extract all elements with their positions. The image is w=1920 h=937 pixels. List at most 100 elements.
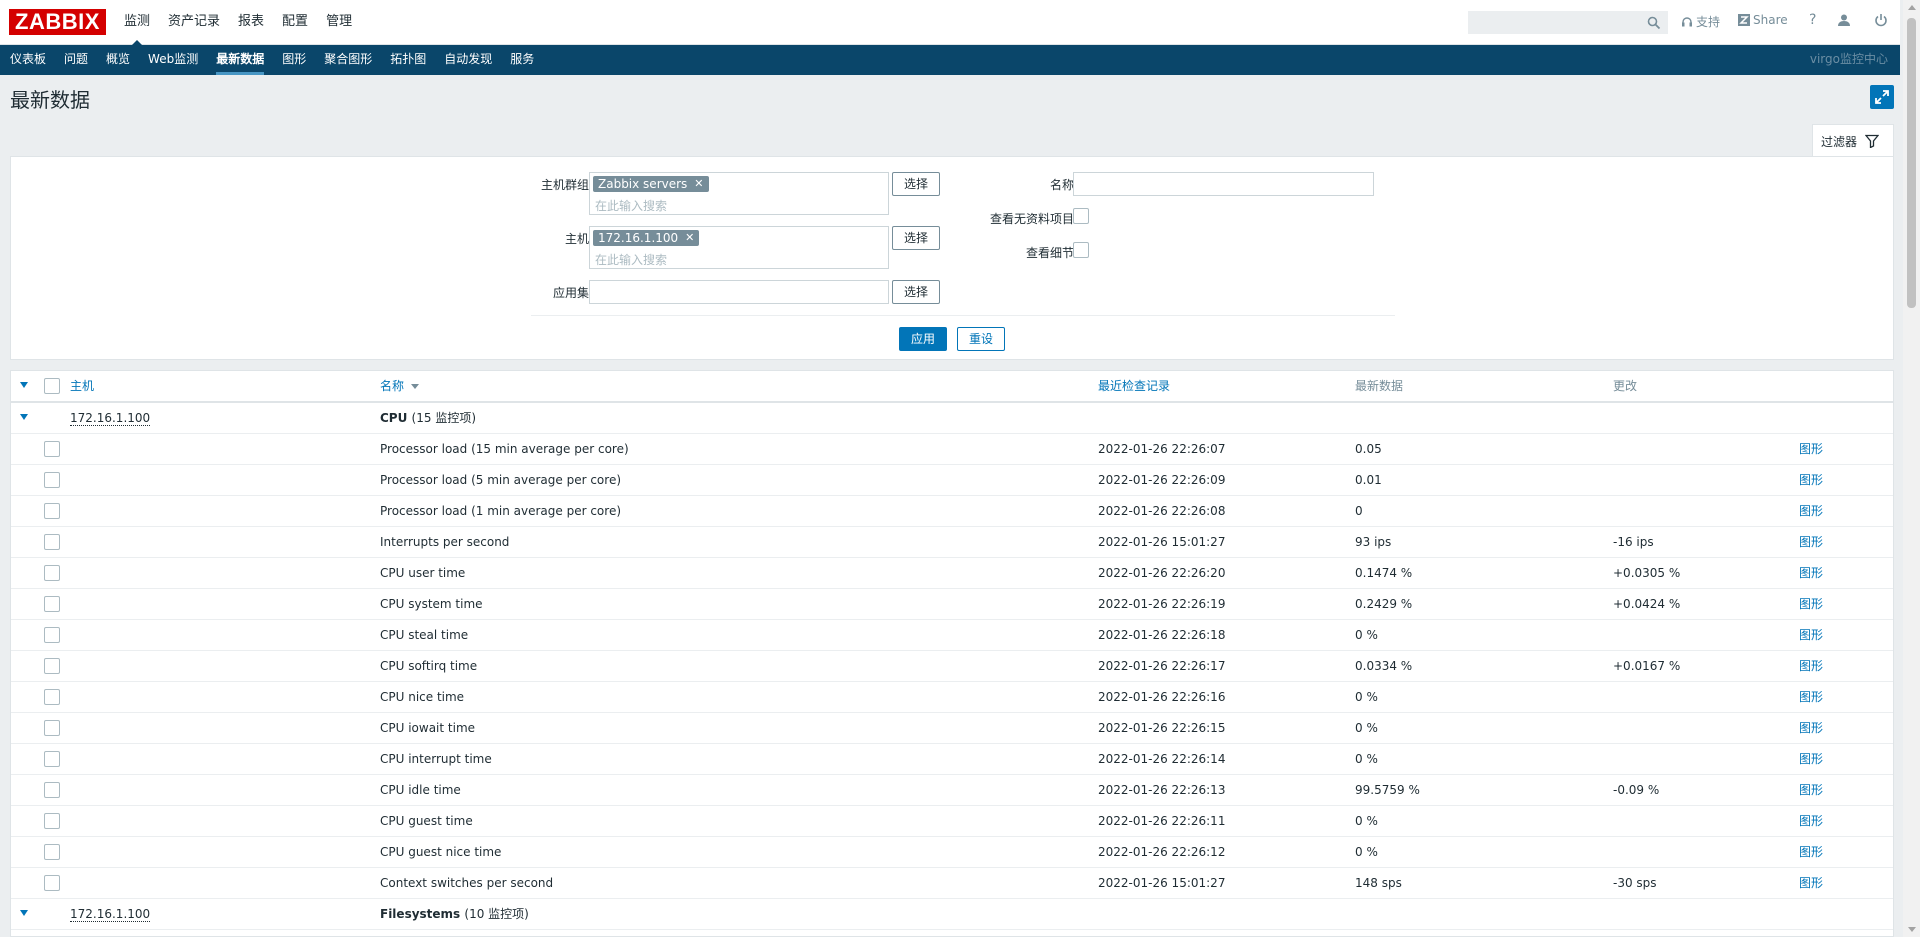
- submenu-latest-data[interactable]: 最新数据: [207, 45, 273, 75]
- remove-tag-icon[interactable]: ✕: [694, 176, 703, 192]
- item-change: -30 sps: [1613, 876, 1657, 890]
- item-last-value: 0.2429 %: [1355, 597, 1413, 611]
- item-last-value: 148 sps: [1355, 876, 1402, 890]
- name-input[interactable]: [1073, 172, 1374, 196]
- share-link[interactable]: Share: [1738, 13, 1788, 27]
- menu-reports[interactable]: 报表: [229, 0, 273, 45]
- scroll-down-icon[interactable]: [1908, 927, 1916, 932]
- graph-link[interactable]: 图形: [1799, 682, 1823, 712]
- row-checkbox[interactable]: [44, 875, 60, 891]
- graph-link[interactable]: 图形: [1799, 558, 1823, 588]
- item-count: (10 监控项): [464, 907, 529, 921]
- graph-link[interactable]: 图形: [1799, 496, 1823, 526]
- remove-tag-icon[interactable]: ✕: [685, 230, 694, 246]
- group-row: 172.16.1.100 CPU (15 监控项): [11, 403, 1893, 434]
- row-checkbox[interactable]: [44, 658, 60, 674]
- graph-link[interactable]: 图形: [1799, 465, 1823, 495]
- host-multiselect[interactable]: 172.16.1.100 ✕ 在此输入搜索: [589, 226, 889, 269]
- graph-link[interactable]: 图形: [1799, 868, 1823, 898]
- item-change: +0.0424 %: [1613, 597, 1681, 611]
- zabbix-logo[interactable]: ZABBIX: [9, 9, 106, 35]
- menu-inventory[interactable]: 资产记录: [159, 0, 229, 45]
- filter-icon: [1865, 134, 1880, 148]
- submenu-overview[interactable]: 概览: [97, 45, 139, 75]
- name-label: 名称: [1049, 178, 1074, 192]
- collapse-group-icon[interactable]: [20, 414, 28, 420]
- host-group-search-placeholder[interactable]: 在此输入搜索: [595, 197, 667, 214]
- item-name: CPU guest nice time: [380, 845, 502, 859]
- graph-link[interactable]: 图形: [1799, 527, 1823, 557]
- column-host[interactable]: 主机: [70, 371, 94, 401]
- submenu-screens[interactable]: 聚合图形: [315, 45, 381, 75]
- column-last-check[interactable]: 最近检查记录: [1098, 371, 1170, 401]
- item-last-value: 0.1474 %: [1355, 566, 1413, 580]
- page-scrollbar[interactable]: [1903, 0, 1920, 937]
- submenu-maps[interactable]: 拓扑图: [381, 45, 435, 75]
- row-checkbox[interactable]: [44, 782, 60, 798]
- row-checkbox[interactable]: [44, 565, 60, 581]
- show-details-checkbox[interactable]: [1073, 242, 1089, 258]
- graph-link[interactable]: 图形: [1799, 620, 1823, 650]
- row-checkbox[interactable]: [44, 534, 60, 550]
- scrollbar-thumb[interactable]: [1907, 18, 1916, 308]
- row-checkbox[interactable]: [44, 441, 60, 457]
- graph-link[interactable]: 图形: [1799, 775, 1823, 805]
- graph-link[interactable]: 图形: [1799, 837, 1823, 867]
- item-last-value: 0.01: [1355, 473, 1382, 487]
- row-checkbox[interactable]: [44, 596, 60, 612]
- host-search-placeholder[interactable]: 在此输入搜索: [595, 251, 667, 268]
- submenu-graphs[interactable]: 图形: [273, 45, 315, 75]
- application-input[interactable]: [589, 280, 889, 304]
- host-select-button[interactable]: 选择: [892, 226, 940, 250]
- menu-configuration[interactable]: 配置: [273, 0, 317, 45]
- search-icon[interactable]: [1647, 16, 1661, 30]
- graph-link[interactable]: 图形: [1799, 806, 1823, 836]
- graph-link[interactable]: 图形: [1799, 434, 1823, 464]
- sub-menu-bar: 仪表板 问题 概览 Web监测 最新数据 图形 聚合图形 拓扑图 自动发现 服务…: [0, 45, 1900, 75]
- row-checkbox[interactable]: [44, 720, 60, 736]
- apply-button[interactable]: 应用: [899, 327, 947, 351]
- graph-link[interactable]: 图形: [1799, 744, 1823, 774]
- row-checkbox[interactable]: [44, 844, 60, 860]
- submenu-problems[interactable]: 问题: [55, 45, 97, 75]
- user-profile-button[interactable]: [1837, 13, 1851, 27]
- application-title: CPU: [380, 411, 408, 425]
- menu-administration[interactable]: 管理: [317, 0, 361, 45]
- column-name[interactable]: 名称: [380, 371, 419, 401]
- submenu-services[interactable]: 服务: [501, 45, 543, 75]
- help-button[interactable]: ?: [1809, 12, 1816, 28]
- submenu-dashboard[interactable]: 仪表板: [1, 45, 55, 75]
- row-checkbox[interactable]: [44, 627, 60, 643]
- scroll-up-icon[interactable]: [1908, 5, 1916, 10]
- column-last-value: 最新数据: [1355, 379, 1404, 393]
- graph-link[interactable]: 图形: [1799, 713, 1823, 743]
- row-checkbox[interactable]: [44, 689, 60, 705]
- global-search-input[interactable]: [1468, 11, 1668, 34]
- menu-monitoring[interactable]: 监测: [115, 0, 159, 46]
- host-group-select-button[interactable]: 选择: [892, 172, 940, 196]
- row-checkbox[interactable]: [44, 472, 60, 488]
- select-all-checkbox[interactable]: [44, 378, 60, 394]
- table-row: CPU interrupt time 2022-01-26 22:26:14 0 %…: [11, 744, 1893, 775]
- filter-tab[interactable]: 过滤器: [1812, 124, 1894, 157]
- fullscreen-button[interactable]: [1870, 85, 1894, 109]
- expand-icon: [1875, 90, 1889, 104]
- host-link[interactable]: 172.16.1.100: [70, 411, 151, 426]
- graph-link[interactable]: 图形: [1799, 651, 1823, 681]
- application-select-button[interactable]: 选择: [892, 280, 940, 304]
- row-checkbox[interactable]: [44, 751, 60, 767]
- show-without-data-checkbox[interactable]: [1073, 208, 1089, 224]
- support-link[interactable]: 支持: [1681, 13, 1720, 30]
- collapse-group-icon[interactable]: [20, 910, 28, 916]
- item-name: Processor load (1 min average per core): [380, 504, 622, 518]
- sign-out-button[interactable]: [1874, 13, 1888, 27]
- host-group-multiselect[interactable]: Zabbix servers ✕ 在此输入搜索: [589, 172, 889, 215]
- submenu-web[interactable]: Web监测: [139, 45, 207, 75]
- graph-link[interactable]: 图形: [1799, 589, 1823, 619]
- collapse-all-icon[interactable]: [20, 382, 28, 388]
- reset-button[interactable]: 重设: [957, 327, 1005, 351]
- row-checkbox[interactable]: [44, 503, 60, 519]
- row-checkbox[interactable]: [44, 813, 60, 829]
- host-link[interactable]: 172.16.1.100: [70, 907, 151, 922]
- submenu-discovery[interactable]: 自动发现: [435, 45, 501, 75]
